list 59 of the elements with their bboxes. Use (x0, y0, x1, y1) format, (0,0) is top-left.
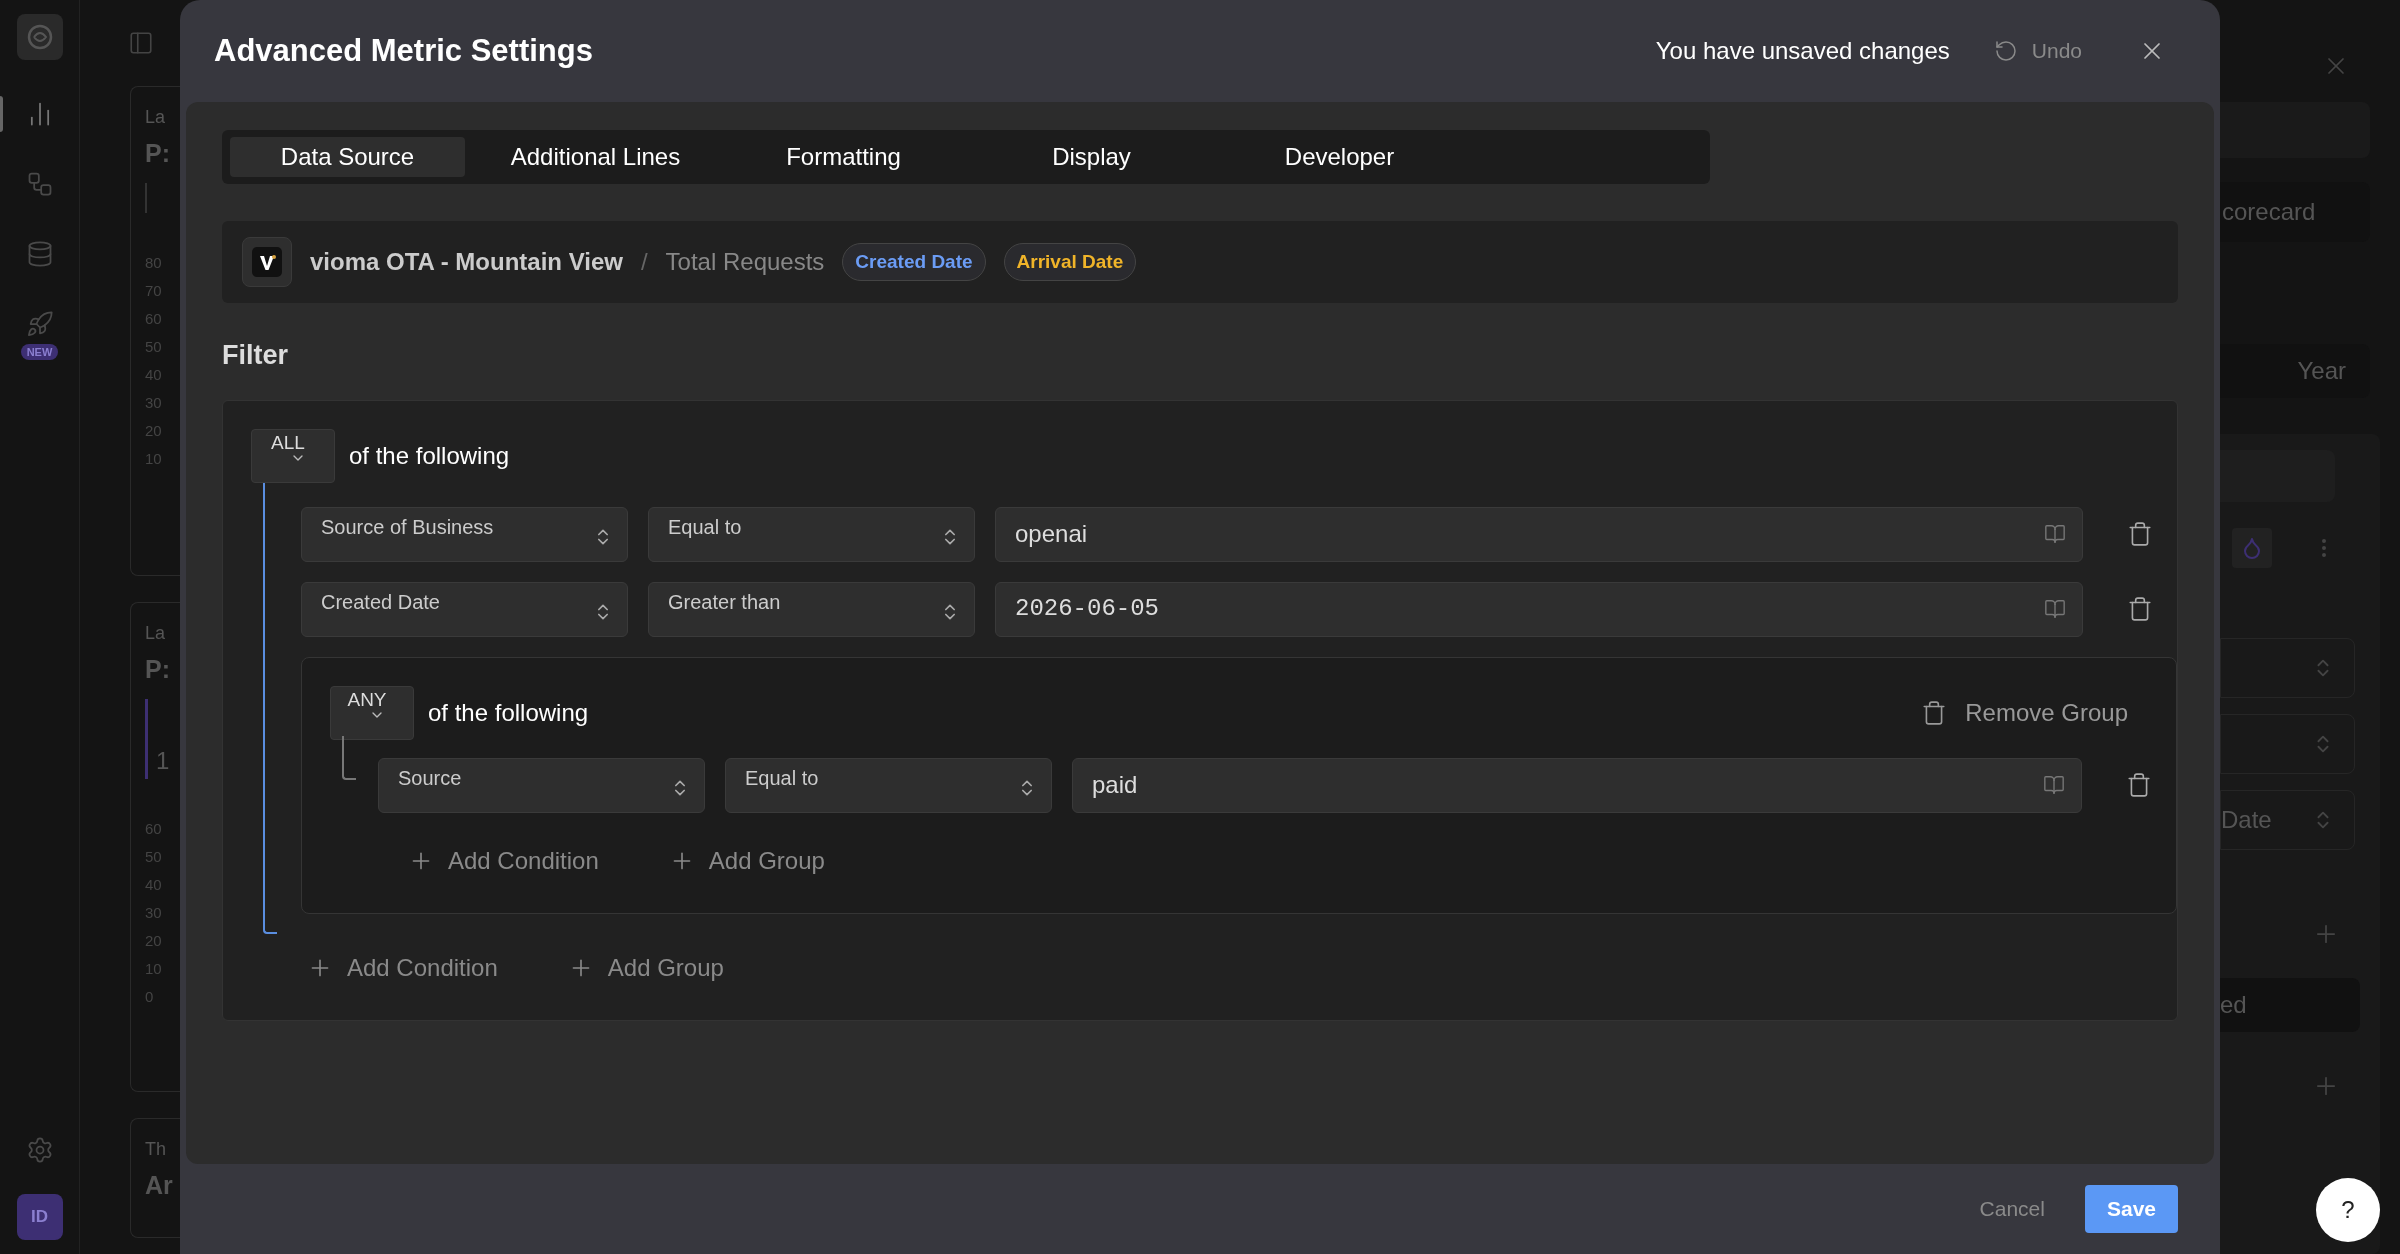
card-label: La (145, 622, 167, 645)
select-field[interactable]: Equal to (648, 506, 975, 562)
filter-mode-text: of the following (349, 440, 510, 471)
breadcrumb-separator: / (640, 247, 648, 277)
delete-icon[interactable] (2127, 596, 2153, 622)
trash-icon (1921, 699, 1948, 726)
select-field[interactable] (2220, 714, 2355, 774)
select-field[interactable]: Created Date (301, 581, 628, 637)
tab[interactable]: Display (974, 137, 1209, 177)
mode-select[interactable]: ANY (330, 685, 414, 740)
source-name: vioma OTA - Mountain View (310, 247, 623, 277)
logo-icon (252, 247, 282, 277)
book-icon[interactable] (2044, 523, 2066, 545)
book-icon[interactable] (2044, 598, 2066, 620)
filter-heading: Filter (222, 339, 289, 372)
value-text: openai (1015, 519, 1088, 549)
card-value: P: (145, 654, 171, 685)
panel-icon[interactable] (128, 30, 154, 56)
select-field[interactable]: Source of Business (301, 506, 628, 562)
select-field[interactable]: Greater than (648, 581, 975, 637)
value-field[interactable]: 2026-06-05 (995, 581, 2083, 637)
input-field[interactable] (2220, 102, 2370, 158)
add-group-button[interactable]: Add Group (567, 949, 724, 986)
tab[interactable]: Data Source (230, 137, 465, 177)
select-field[interactable]: Equal to (725, 757, 1052, 813)
card-label: La (145, 106, 167, 129)
accent-value: 1 (156, 746, 170, 776)
tab[interactable]: Additional Lines (478, 137, 713, 177)
mode-select[interactable]: ALL (251, 428, 335, 483)
select-field[interactable]: Source (378, 757, 705, 813)
connector-line (342, 735, 356, 780)
add-condition-button[interactable]: Add Condition (408, 842, 599, 879)
logo-icon[interactable] (16, 14, 63, 60)
date-tag: Created Date (842, 242, 986, 282)
date-tag: Arrival Date (1003, 242, 1137, 282)
card-value: Ar (145, 1170, 174, 1201)
delete-icon[interactable] (2127, 521, 2153, 547)
value-field[interactable]: openai (995, 506, 2083, 562)
value-field[interactable]: paid (1072, 757, 2082, 813)
new-badge: NEW (20, 344, 59, 360)
undo-icon (1993, 39, 2018, 63)
input-field[interactable] (2220, 450, 2335, 502)
metric-name: Total Requests (665, 247, 825, 277)
value-text: paid (1092, 770, 1138, 800)
dialog-title: Advanced Metric Settings (214, 31, 593, 70)
add-condition-button[interactable]: Add Condition (307, 949, 498, 986)
delete-icon[interactable] (2126, 772, 2152, 798)
card-value: P: (145, 138, 171, 169)
select-field[interactable] (2220, 638, 2355, 698)
remove-group-button[interactable]: Remove Group (1921, 694, 2128, 731)
add-group-button[interactable]: Add Group (668, 842, 825, 879)
book-icon[interactable] (2043, 774, 2065, 796)
group-mode-text: of the following (428, 697, 589, 728)
unsaved-notice: You have unsaved changes (1655, 36, 1950, 66)
tab[interactable]: Developer (1222, 137, 1457, 177)
value-text: 2026-06-05 (1015, 594, 1160, 624)
tab[interactable]: Formatting (726, 137, 961, 177)
card-label: Th (145, 1138, 167, 1161)
rocket-icon[interactable] (25, 310, 54, 338)
